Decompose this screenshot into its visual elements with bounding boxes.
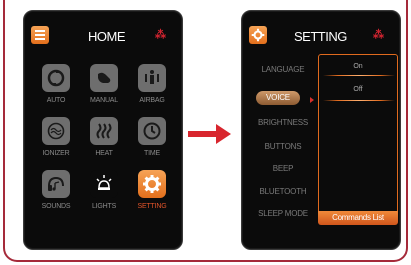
- tile-label: TIME: [144, 150, 160, 157]
- ionizer-icon: [42, 117, 70, 145]
- tile-ionizer[interactable]: IONIZER: [34, 117, 78, 163]
- tile-sounds[interactable]: SOUNDS: [34, 170, 78, 216]
- setting-title: SETTING: [294, 29, 347, 44]
- tile-label: LIGHTS: [91, 203, 117, 210]
- lights-icon: [90, 170, 118, 198]
- gear-icon: [138, 170, 166, 198]
- auto-icon: [42, 64, 70, 92]
- setting-item-sleep-mode[interactable]: SLEEP MODE: [246, 209, 320, 218]
- option-divider: [323, 100, 395, 101]
- selection-arrow-icon: [310, 97, 314, 103]
- tile-label: HEAT: [95, 150, 113, 157]
- commands-list-button[interactable]: Commands List: [318, 211, 398, 225]
- tile-heat[interactable]: HEAT: [82, 117, 126, 163]
- tile-setting[interactable]: SETTING: [130, 170, 174, 216]
- bluetooth-icon: ⁂: [373, 29, 384, 41]
- home-screen: HOME ⁂ AUTO MANUAL AIRBAG IONIZER HEAT T…: [23, 10, 183, 250]
- transition-arrow-icon: [188, 124, 231, 144]
- sounds-icon: [42, 170, 70, 198]
- setting-item-brightness[interactable]: BRIGHTNESS: [246, 118, 320, 127]
- setting-item-bluetooth[interactable]: BLUETOOTH: [246, 187, 320, 196]
- tile-lights[interactable]: LIGHTS: [82, 170, 126, 216]
- home-topbar: HOME ⁂: [24, 11, 182, 55]
- tile-label: SOUNDS: [41, 203, 71, 210]
- option-on[interactable]: On: [319, 63, 397, 70]
- home-title: HOME: [88, 29, 126, 44]
- heat-icon: [90, 117, 118, 145]
- manual-icon: [90, 64, 118, 92]
- menu-icon[interactable]: [31, 26, 49, 44]
- tile-label: AUTO: [46, 97, 66, 104]
- setting-topbar: SETTING ⁂: [242, 11, 400, 55]
- setting-item-voice[interactable]: VOICE: [256, 91, 300, 105]
- bluetooth-icon: ⁂: [155, 29, 166, 41]
- tile-manual[interactable]: MANUAL: [82, 64, 126, 110]
- tile-airbag[interactable]: AIRBAG: [130, 64, 174, 110]
- settings-gear-icon[interactable]: [249, 26, 267, 44]
- airbag-icon: [138, 64, 166, 92]
- tile-label: IONIZER: [42, 150, 70, 157]
- option-divider: [323, 75, 395, 76]
- clock-icon: [138, 117, 166, 145]
- setting-item-beep[interactable]: BEEP: [246, 164, 320, 173]
- tile-time[interactable]: TIME: [130, 117, 174, 163]
- tile-label: SETTING: [137, 203, 167, 210]
- setting-screen: SETTING ⁂ LANGUAGE VOICE BRIGHTNESS BUTT…: [241, 10, 401, 250]
- tile-auto[interactable]: AUTO: [34, 64, 78, 110]
- tile-label: MANUAL: [90, 97, 118, 104]
- option-off[interactable]: Off: [319, 86, 397, 93]
- voice-options-panel: On Off: [318, 54, 398, 222]
- setting-item-language[interactable]: LANGUAGE: [246, 65, 320, 74]
- tile-label: AIRBAG: [139, 97, 165, 104]
- setting-item-buttons[interactable]: BUTTONS: [246, 142, 320, 151]
